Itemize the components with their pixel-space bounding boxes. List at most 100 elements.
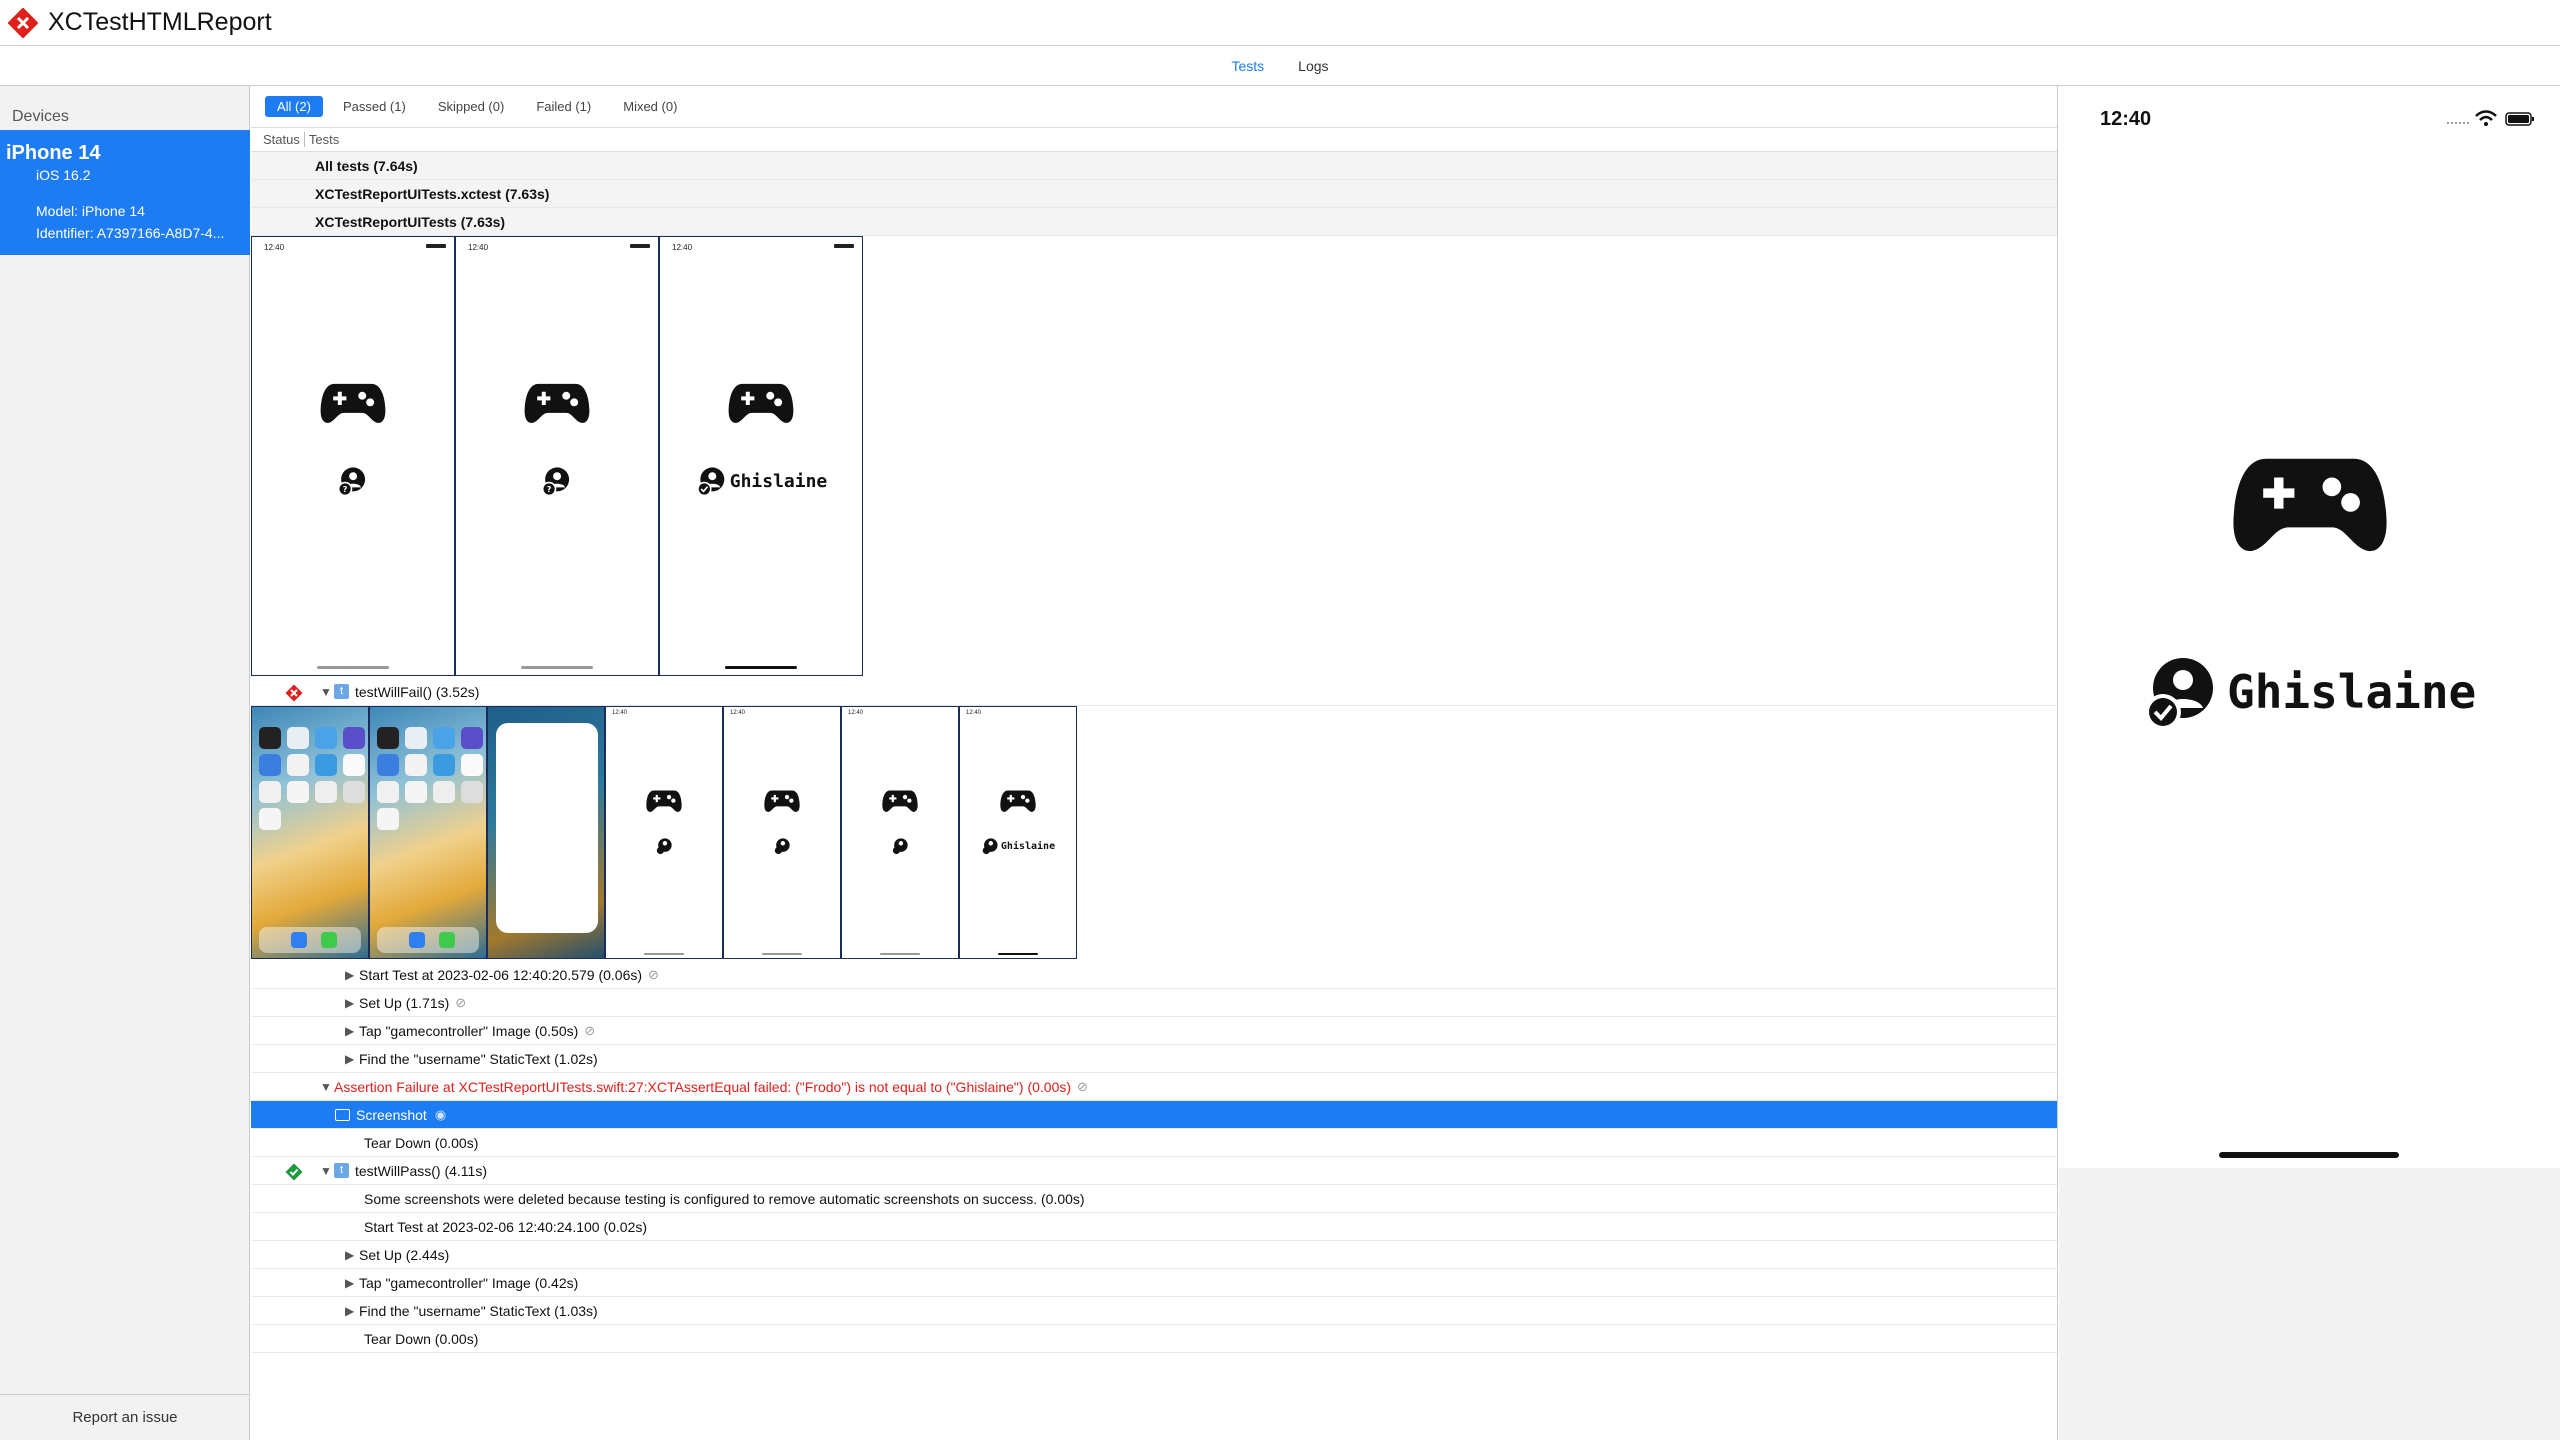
cellular-signal-icon (2447, 122, 2469, 124)
activity-label: Tap "gamecontroller" Image (0.50s) (359, 1022, 579, 1039)
screenshot-thumbnail[interactable]: 12:40 ? (455, 236, 659, 676)
status-bar-time: 12:40 (730, 710, 746, 716)
passed-status-icon (285, 1163, 303, 1181)
wifi-icon (2475, 110, 2497, 126)
username-display: Ghislaine (981, 837, 1055, 855)
battery-icon (834, 244, 854, 248)
disclosure-right-icon[interactable]: ▶ (345, 1276, 359, 1290)
group-row-all-tests[interactable]: All tests (7.64s) (251, 152, 2057, 180)
disclosure-right-icon[interactable]: ▶ (345, 1248, 359, 1262)
activity-row[interactable]: Tear Down (0.00s) (251, 1129, 2057, 1157)
filter-mixed[interactable]: Mixed (0) (611, 96, 689, 117)
username-text: Ghislaine (2227, 665, 2477, 719)
device-model: Model: iPhone 14 (36, 203, 145, 219)
disclosure-down-icon[interactable]: ▼ (320, 1164, 334, 1178)
svg-text:?: ? (343, 485, 348, 494)
attachment-icon[interactable]: ⊘ (455, 995, 466, 1011)
activity-row[interactable]: ▶ Set Up (2.44s) (251, 1241, 2057, 1269)
screenshot-thumbnail[interactable]: 12:40 Ghislaine (659, 236, 863, 676)
test-label: testWillFail() (3.52s) (355, 683, 480, 700)
activity-label: Start Test at 2023-02-06 12:40:24.100 (0… (364, 1218, 648, 1235)
filter-passed[interactable]: Passed (1) (331, 96, 418, 117)
assertion-failure-row[interactable]: ▼ Assertion Failure at XCTestReportUITes… (251, 1073, 2057, 1101)
xcode-test-diamond-icon (8, 7, 38, 38)
activity-row[interactable]: ▶ Start Test at 2023-02-06 12:40:20.579 … (251, 961, 2057, 989)
gamecontroller-icon (728, 383, 794, 423)
username-text: Ghislaine (1000, 840, 1056, 852)
screenshot-thumbnail[interactable] (369, 706, 487, 959)
activity-label: Set Up (2.44s) (359, 1246, 450, 1263)
home-screen-app-grid (377, 727, 483, 830)
filter-failed[interactable]: Failed (1) (524, 96, 603, 117)
screenshot-thumbnail[interactable] (487, 706, 605, 959)
home-indicator (2219, 1152, 2399, 1158)
report-issue-link[interactable]: Report an issue (0, 1394, 250, 1440)
disclosure-right-icon[interactable]: ▶ (345, 1304, 359, 1318)
group-label: All tests (7.64s) (315, 157, 418, 174)
screenshot-thumbnail[interactable]: 12:40 ? (251, 236, 455, 676)
test-method-icon: t (334, 684, 349, 699)
screenshot-thumbnail[interactable]: 12:40 (723, 706, 841, 959)
activity-row[interactable]: ▶ Find the "username" StaticText (1.02s) (251, 1045, 2057, 1073)
user-question-icon (774, 838, 790, 855)
activity-row[interactable]: ▶ Set Up (1.71s) ⊘ (251, 989, 2057, 1017)
activity-label: Tear Down (0.00s) (364, 1330, 479, 1347)
filter-skipped[interactable]: Skipped (0) (426, 96, 516, 117)
disclosure-right-icon[interactable]: ▶ (345, 968, 359, 982)
battery-icon (2505, 112, 2534, 126)
activity-row[interactable]: ▶ Tap "gamecontroller" Image (0.50s) ⊘ (251, 1017, 2057, 1045)
attachment-icon[interactable]: ⊘ (584, 1023, 595, 1039)
user-verified-icon (982, 838, 998, 855)
screenshot-attachment-row[interactable]: Screenshot ◉ (251, 1101, 2057, 1129)
activity-row[interactable]: Some screenshots were deleted because te… (251, 1185, 2057, 1213)
device-name: iPhone 14 (6, 142, 101, 164)
status-bar-time: 12:40 (2100, 108, 2152, 130)
column-status: Status (263, 132, 305, 147)
activity-row[interactable]: ▶ Find the "username" StaticText (1.03s) (251, 1297, 2057, 1325)
disclosure-right-icon[interactable]: ▶ (345, 1024, 359, 1038)
eye-icon[interactable]: ◉ (435, 1107, 446, 1123)
screenshot-preview-panel: 12:40 Ghislaine (2059, 86, 2560, 1440)
disclosure-down-icon[interactable]: ▼ (320, 685, 334, 699)
activity-row[interactable]: Start Test at 2023-02-06 12:40:24.100 (0… (251, 1213, 2057, 1241)
activity-row[interactable]: Tear Down (0.00s) (251, 1325, 2057, 1353)
filter-all[interactable]: All (2) (265, 96, 323, 117)
tab-logs[interactable]: Logs (1298, 58, 1328, 74)
home-indicator (880, 953, 920, 955)
device-item-iphone-14[interactable]: iPhone 14 iOS 16.2 Model: iPhone 14 Iden… (0, 130, 250, 255)
activity-label: Find the "username" StaticText (1.02s) (359, 1050, 598, 1067)
tab-tests[interactable]: Tests (1231, 58, 1264, 74)
home-indicator (998, 953, 1038, 955)
screenshot-thumbnail[interactable]: 12:40 (605, 706, 723, 959)
disclosure-right-icon[interactable]: ▶ (345, 1052, 359, 1066)
status-bar-time: 12:40 (612, 710, 628, 716)
app-launch-card (496, 723, 598, 933)
failed-status-icon (285, 684, 303, 702)
test-row-will-pass[interactable]: ▼ t testWillPass() (4.11s) (251, 1157, 2057, 1185)
battery-icon (630, 244, 650, 248)
group-row-test-class[interactable]: XCTestReportUITests (7.63s) (251, 208, 2057, 236)
user-question-icon (892, 838, 908, 855)
activity-row[interactable]: ▶ Tap "gamecontroller" Image (0.42s) (251, 1269, 2057, 1297)
disclosure-down-icon[interactable]: ▼ (320, 1080, 334, 1094)
screenshot-thumbnail[interactable] (251, 706, 369, 959)
gamecontroller-icon (1000, 790, 1036, 812)
screenshot-thumbnail[interactable]: 12:40 (841, 706, 959, 959)
username-display: Ghislaine (695, 465, 828, 497)
group-label: XCTestReportUITests.xctest (7.63s) (315, 185, 550, 202)
status-bar-time: 12:40 (672, 243, 693, 252)
status-bar-time: 12:40 (264, 243, 285, 252)
attachment-icon[interactable]: ⊘ (648, 967, 659, 983)
group-row-xctest-bundle[interactable]: XCTestReportUITests.xctest (7.63s) (251, 180, 2057, 208)
screenshot-thumbnail[interactable]: 12:40 Ghislaine (959, 706, 1077, 959)
column-tests: Tests (308, 132, 340, 147)
username-text: Ghislaine (729, 470, 828, 492)
activity-label: Tear Down (0.00s) (364, 1134, 479, 1151)
preview-screenshot[interactable]: 12:40 Ghislaine (2059, 86, 2560, 1168)
disclosure-right-icon[interactable]: ▶ (345, 996, 359, 1010)
test-row-will-fail[interactable]: ▼ t testWillFail() (3.52s) (251, 678, 2057, 706)
class-screenshot-strip: 12:40 ? 12:40 ? 12:40 Ghislaine (251, 236, 2057, 676)
status-bar-time: 12:40 (966, 710, 982, 716)
app-header: XCTestHTMLReport (0, 0, 2560, 46)
attachment-icon[interactable]: ⊘ (1077, 1079, 1088, 1095)
